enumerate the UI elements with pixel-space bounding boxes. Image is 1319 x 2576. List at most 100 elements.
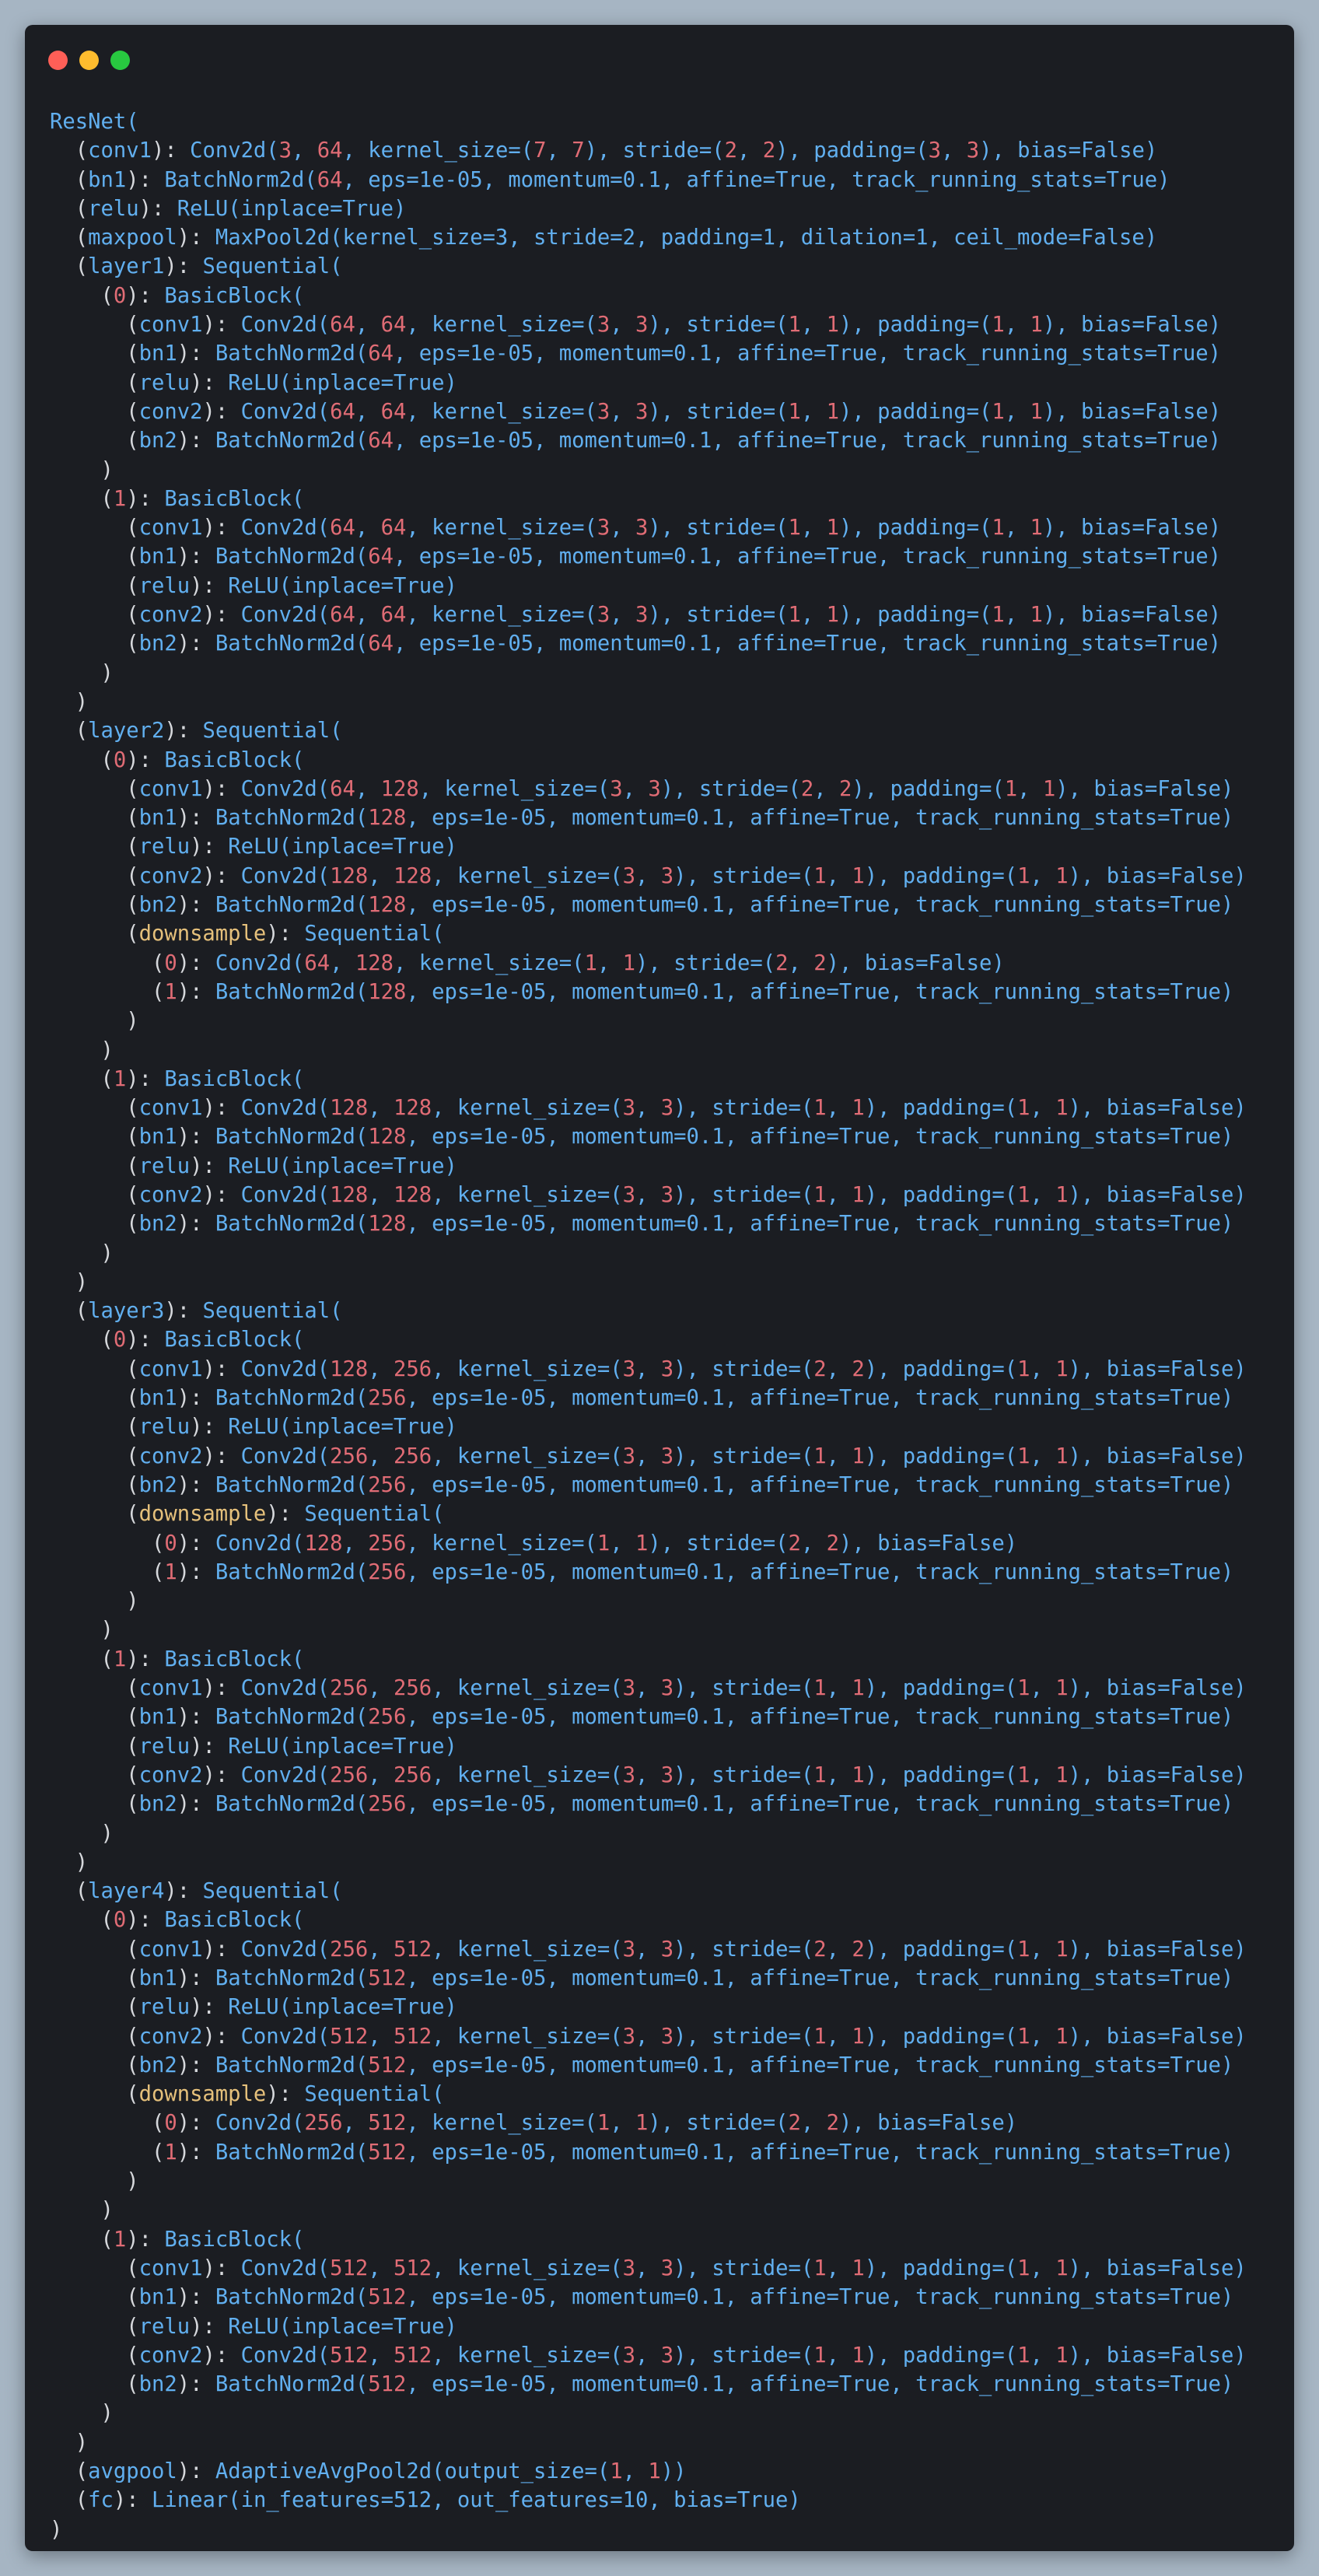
code-text: , <box>1030 1182 1056 1207</box>
code-punctuation: ) <box>100 1038 114 1062</box>
close-window-icon[interactable] <box>48 51 68 70</box>
code-text: , kernel_size=( <box>432 863 623 888</box>
code-line: (relu): ReLU(inplace=True) <box>50 1993 1247 2021</box>
code-text: ), bias=False) <box>826 950 1005 975</box>
code-number: 1 <box>635 1531 649 1556</box>
code-text: ), bias=False) <box>1068 1182 1247 1207</box>
code-punctuation: ( <box>151 979 165 1004</box>
code-text: Conv2d( <box>240 1096 331 1121</box>
code-text: bn2 <box>138 1212 177 1237</box>
code-line: (bn1): BatchNorm2d(512, eps=1e-05, momen… <box>50 1964 1247 1993</box>
code-number: 3 <box>622 1096 636 1121</box>
code-number: 7 <box>534 138 547 163</box>
code-punctuation: ( <box>126 835 139 859</box>
code-number: 3 <box>622 1937 636 1962</box>
code-text: ), bias=False) <box>1068 2343 1247 2368</box>
code-number: 64 <box>317 167 343 192</box>
code-punctuation: : <box>190 1792 215 1817</box>
code-number: 128 <box>394 1096 432 1121</box>
code-text: conv2 <box>138 399 203 424</box>
code-number: 128 <box>394 863 432 888</box>
code-punctuation: ) <box>202 1182 215 1207</box>
code-text: , <box>1030 1356 1056 1381</box>
code-punctuation: ) <box>177 1212 191 1237</box>
code-text: conv1 <box>138 2256 203 2280</box>
code-number: 3 <box>597 603 611 628</box>
code-text: bn1 <box>138 806 177 831</box>
model-summary-code: ResNet( (conv1): Conv2d(3, 64, kernel_si… <box>50 107 1247 2544</box>
code-text: , <box>813 776 839 801</box>
code-line: (1): BatchNorm2d(512, eps=1e-05, momentu… <box>50 2138 1247 2167</box>
code-number: 3 <box>597 313 611 338</box>
code-text: , <box>610 399 636 424</box>
code-punctuation: ( <box>126 429 139 453</box>
code-number: 1 <box>813 1096 827 1121</box>
code-text: Conv2d( <box>240 1444 331 1468</box>
code-punctuation: ) <box>177 1705 191 1730</box>
code-text: ), bias=False) <box>1042 399 1222 424</box>
code-text: ), stride=( <box>673 2256 814 2280</box>
code-text: conv1 <box>138 776 203 801</box>
code-punctuation: : <box>215 776 241 801</box>
code-text: Sequential( <box>202 1299 343 1324</box>
code-text: ), stride=( <box>673 1444 814 1468</box>
code-text: , <box>635 2256 661 2280</box>
code-text: BatchNorm2d( <box>215 632 369 656</box>
code-punctuation: ( <box>126 1705 139 1730</box>
code-text: BatchNorm2d( <box>215 1125 369 1150</box>
code-text: , eps=1e-05, momentum=0.1, affine=True, … <box>406 1125 1234 1150</box>
code-number: 512 <box>394 2343 432 2368</box>
code-text: , <box>330 950 355 975</box>
code-number: 64 <box>368 544 394 569</box>
code-text: , <box>635 1444 661 1468</box>
code-text: BasicBlock( <box>164 747 305 772</box>
code-text: , kernel_size=( <box>432 1356 623 1381</box>
code-punctuation: : <box>215 1356 241 1381</box>
code-line: (relu): ReLU(inplace=True) <box>50 2312 1247 2341</box>
code-line: (downsample): Sequential( <box>50 1500 1247 1528</box>
zoom-window-icon[interactable] <box>110 51 130 70</box>
code-punctuation: : <box>177 719 203 744</box>
code-punctuation: ) <box>126 167 139 192</box>
code-number: 1 <box>1017 1444 1030 1468</box>
code-number: 128 <box>368 1212 407 1237</box>
code-text: ), padding=( <box>864 1182 1018 1207</box>
code-text: , <box>368 1937 394 1962</box>
code-number: 3 <box>622 1182 636 1207</box>
code-number: 512 <box>368 1966 407 1990</box>
code-text: BasicBlock( <box>164 1066 305 1091</box>
code-punctuation: : <box>138 1908 165 1933</box>
code-text: BatchNorm2d( <box>215 544 369 569</box>
code-text: ), stride=( <box>673 1356 814 1381</box>
code-number: 3 <box>928 138 941 163</box>
code-text: ReLU(inplace=True) <box>228 573 457 598</box>
code-number: 1 <box>1017 1182 1030 1207</box>
code-punctuation: ( <box>126 893 139 918</box>
code-number: 3 <box>622 2343 636 2368</box>
code-number: 3 <box>966 138 980 163</box>
code-text: BatchNorm2d( <box>215 1559 369 1584</box>
minimize-window-icon[interactable] <box>79 51 99 70</box>
code-punctuation: ( <box>100 747 114 772</box>
code-number: 2 <box>724 138 738 163</box>
code-text: ), stride=( <box>584 138 725 163</box>
code-number: 1 <box>992 399 1005 424</box>
code-number: 1 <box>813 2024 827 2049</box>
code-number: 1 <box>1004 776 1018 801</box>
code-text: , <box>737 138 763 163</box>
code-line: (layer4): Sequential( <box>50 1877 1247 1906</box>
code-text: bn2 <box>138 893 177 918</box>
code-punctuation: ( <box>126 1762 139 1787</box>
code-punctuation: ) <box>177 979 191 1004</box>
code-punctuation: ( <box>100 2227 114 2252</box>
code-punctuation: ( <box>126 2082 139 2107</box>
